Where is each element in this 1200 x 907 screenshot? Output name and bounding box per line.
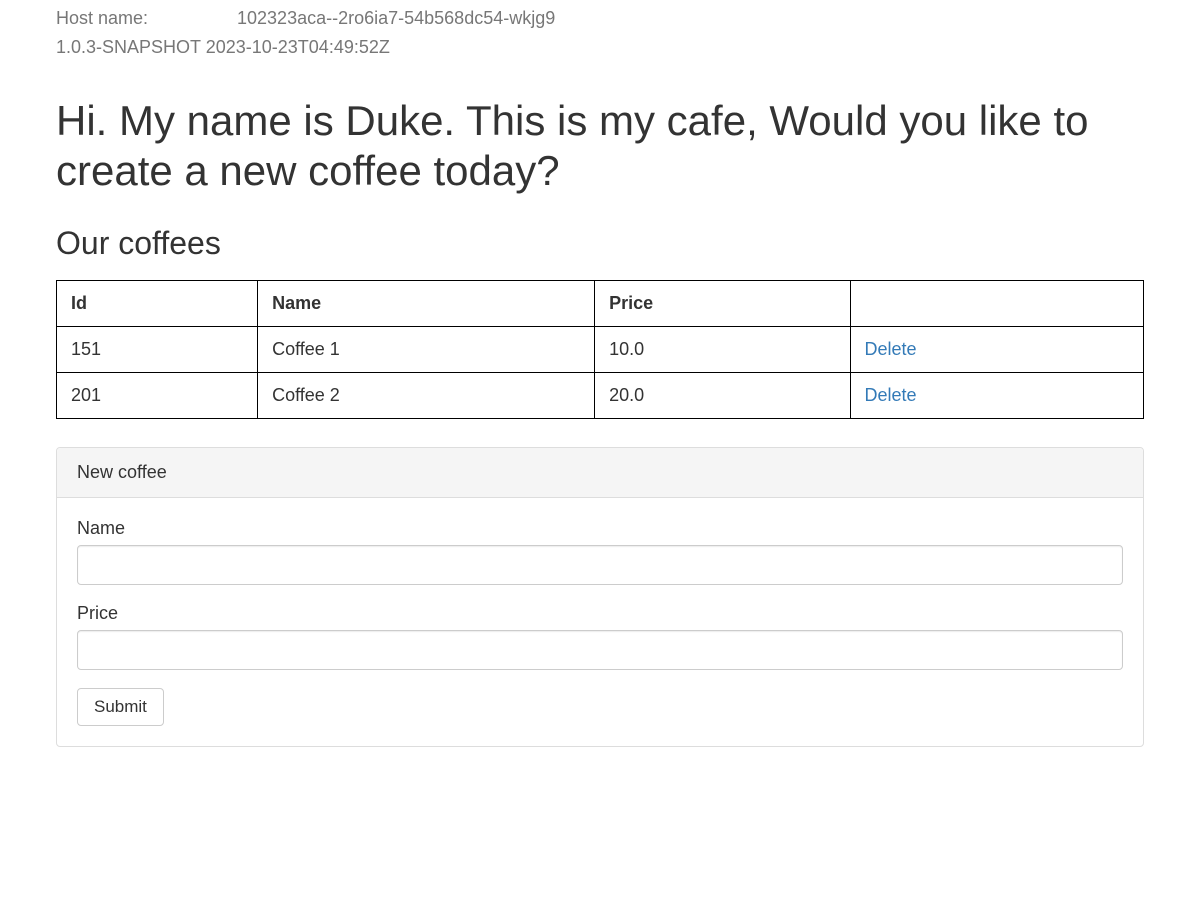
coffees-section-title: Our coffees: [56, 225, 1144, 262]
table-row: 201Coffee 220.0 Delete: [57, 372, 1144, 418]
table-header-row: Id Name Price: [57, 280, 1144, 326]
host-label: Host name:: [56, 8, 232, 29]
name-label: Name: [77, 518, 1123, 539]
cell-id: 151: [57, 326, 258, 372]
submit-button[interactable]: Submit: [77, 688, 164, 726]
new-coffee-panel: New coffee Name Price Submit: [56, 447, 1144, 747]
cell-price: 10.0: [595, 326, 850, 372]
delete-link[interactable]: Delete: [865, 339, 917, 359]
host-info: Host name: 102323aca--2ro6ia7-54b568dc54…: [56, 8, 1144, 29]
price-input[interactable]: [77, 630, 1123, 670]
panel-title: New coffee: [57, 448, 1143, 498]
cell-id: 201: [57, 372, 258, 418]
version-value: 1.0.3-SNAPSHOT 2023-10-23T04:49:52Z: [56, 37, 390, 57]
cell-name: Coffee 2: [258, 372, 595, 418]
host-value: 102323aca--2ro6ia7-54b568dc54-wkjg9: [237, 8, 555, 28]
coffees-table: Id Name Price 151Coffee 110.0Delete201Co…: [56, 280, 1144, 419]
header-price: Price: [595, 280, 850, 326]
delete-link[interactable]: Delete: [865, 385, 917, 405]
table-row: 151Coffee 110.0 Delete: [57, 326, 1144, 372]
header-actions: [850, 280, 1144, 326]
header-name: Name: [258, 280, 595, 326]
price-label: Price: [77, 603, 1123, 624]
cell-name: Coffee 1: [258, 326, 595, 372]
version-info: 1.0.3-SNAPSHOT 2023-10-23T04:49:52Z: [56, 37, 1144, 58]
name-input[interactable]: [77, 545, 1123, 585]
cell-actions: Delete: [850, 326, 1144, 372]
header-id: Id: [57, 280, 258, 326]
page-title: Hi. My name is Duke. This is my cafe, Wo…: [56, 96, 1144, 197]
cell-price: 20.0: [595, 372, 850, 418]
cell-actions: Delete: [850, 372, 1144, 418]
